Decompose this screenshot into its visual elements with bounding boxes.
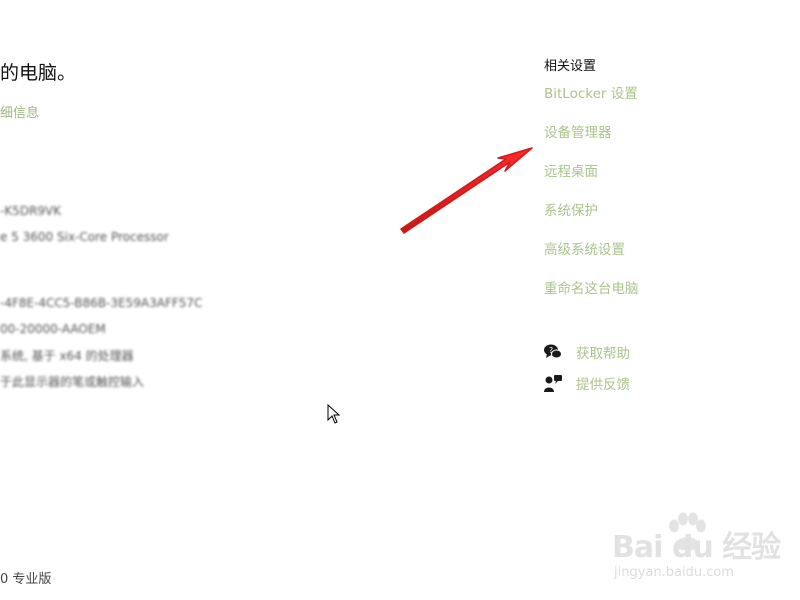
- baidu-jingyan-watermark: Bai du 经验: [612, 530, 781, 565]
- system-about-page: 的电脑。 细信息 -K5DR9VK e 5 3600 Six-Core Proc…: [0, 0, 800, 600]
- mouse-cursor-icon: [327, 404, 341, 424]
- red-arrow-annotation: [400, 147, 533, 234]
- watermark-url: jingyan.baidu.com: [614, 565, 734, 580]
